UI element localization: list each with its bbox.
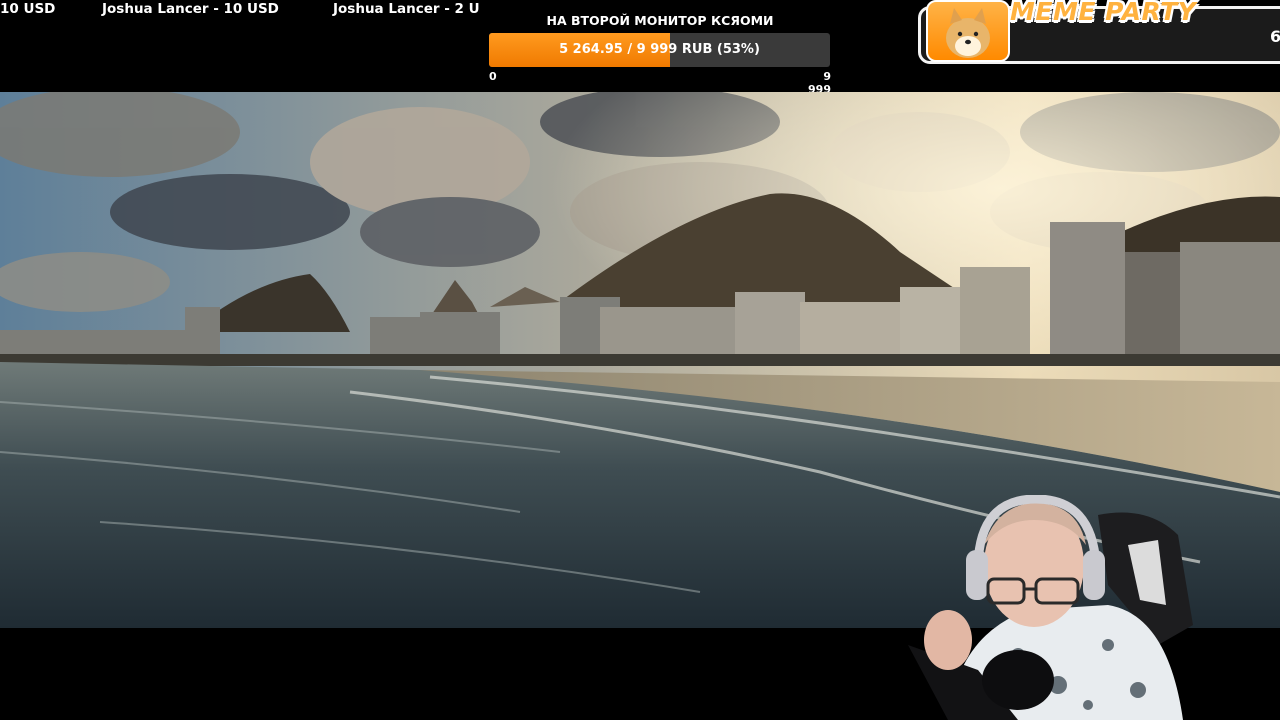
donation-goal-bar: 5 264.95 / 9 999 RUB (53%) xyxy=(489,33,830,67)
ticker-item: 10 USD xyxy=(0,1,56,17)
streamer-webcam xyxy=(908,495,1280,720)
donation-ticker: 10 USD Joshua Lancer - 10 USD Joshua Lan… xyxy=(0,0,480,18)
ticker-item: Joshua Lancer - 10 USD xyxy=(102,1,279,17)
stream-overlay: 10 USD Joshua Lancer - 10 USD Joshua Lan… xyxy=(0,0,1280,720)
donation-goal-min: 0 xyxy=(489,70,497,83)
meme-party-widget: MEME PARTY 6 xyxy=(918,0,1280,67)
meme-party-title: MEME PARTY xyxy=(1010,0,1197,26)
donation-goal-progress-text: 5 264.95 / 9 999 RUB (53%) xyxy=(559,42,760,57)
ticker-item: Joshua Lancer - 2 U xyxy=(333,1,480,17)
doge-icon xyxy=(926,0,1010,62)
donation-goal-title: НА ВТОРОЙ МОНИТОР КСЯОМИ xyxy=(546,13,774,28)
meme-party-counter: 6 xyxy=(1270,27,1280,46)
